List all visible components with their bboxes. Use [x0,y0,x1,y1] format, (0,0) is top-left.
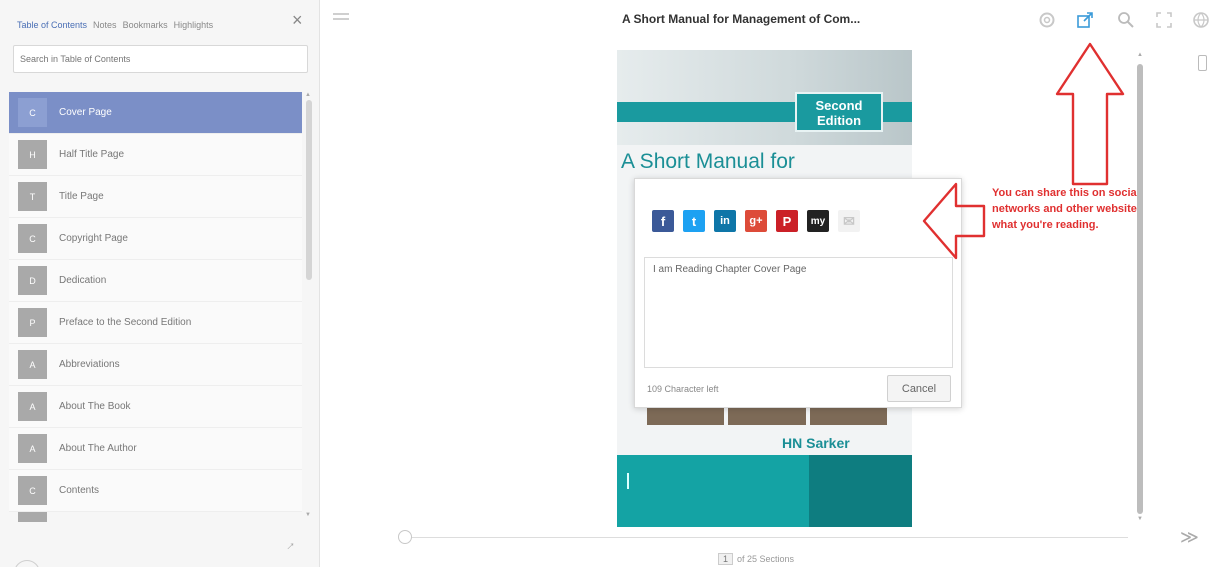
toc-item-label: Abbreviations [59,359,120,370]
toc-item-label: Half Title Page [59,149,125,160]
email-icon[interactable]: ✉ [838,210,860,232]
share-networks: f t in g+ P my ✉ [652,210,860,232]
facebook-icon[interactable]: f [652,210,674,232]
progress-slider-track[interactable] [400,537,1128,538]
toc-badge: D [18,266,47,295]
toc-list: C Cover Page H Half Title Page T Title P… [9,92,302,522]
pinterest-icon[interactable]: P [776,210,798,232]
toc-search-box [13,45,308,73]
toc-item-preface[interactable]: P Preface to the Second Edition [9,302,302,344]
toc-item-label: Dedication [59,275,107,286]
toc-item-abbreviations[interactable]: A Abbreviations [9,344,302,386]
close-icon[interactable]: × [292,10,303,31]
toc-item-about-the-author[interactable]: A About The Author [9,428,302,470]
toc-badge: C [18,224,47,253]
settings-icon[interactable] [1034,7,1060,33]
cover-edition-badge: Second Edition [795,92,883,132]
share-popup: f t in g+ P my ✉ I am Reading Chapter Co… [634,178,962,408]
annotation-text: You can share this on social networks an… [992,187,1143,231]
character-count: 109 Character left [647,384,719,394]
toc-search-input[interactable] [14,46,307,72]
sidebar-tabs: Table of Contents Notes Bookmarks Highli… [17,20,213,30]
next-page-icon[interactable]: ≫ [1180,527,1199,548]
share-message-input[interactable]: I am Reading Chapter Cover Page [644,257,953,368]
reader-scrollbar[interactable]: ▲ ▼ [1134,52,1146,526]
toc-badge: P [18,308,47,337]
toc-badge: A [18,434,47,463]
toc-item-label: Copyright Page [59,233,128,244]
scroll-up-icon[interactable]: ▲ [1137,52,1143,58]
cover-author: HN Sarker [782,435,850,451]
section-pager: 1 of 25 Sections [718,553,794,565]
toc-badge: A [18,350,47,379]
google-plus-icon[interactable]: g+ [745,210,767,232]
annotation-left-arrow-icon [922,182,986,260]
device-icon[interactable] [1198,55,1207,71]
progress-slider-knob[interactable] [398,530,412,544]
toc-item-label: Cover Page [59,107,112,118]
globe-icon[interactable] [1188,7,1214,33]
toc-item-cover-page[interactable]: C Cover Page [9,92,302,134]
search-icon[interactable] [1113,7,1139,33]
tab-notes[interactable]: Notes [93,20,117,30]
cancel-button[interactable]: Cancel [887,375,951,402]
toc-item-half-title-page[interactable]: H Half Title Page [9,134,302,176]
toc-badge: C [18,98,47,127]
myspace-icon[interactable]: my [807,210,829,232]
toc-item-label: Contents [59,485,100,496]
cover-title: A Short Manual for [621,150,795,173]
toc-badge: C [18,476,47,505]
toc-item-title-page[interactable]: T Title Page [9,176,302,218]
toc-item-label: Title Page [59,191,104,202]
toc-badge: H [18,140,47,169]
toc-item-label: About The Author [59,443,137,454]
toc-scrollbar[interactable]: ▲ ▼ [304,92,314,522]
scroll-up-icon[interactable]: ▲ [305,92,311,98]
linkedin-icon[interactable]: in [714,210,736,232]
fullscreen-icon[interactable] [1151,7,1177,33]
toc-sidebar: Table of Contents Notes Bookmarks Highli… [0,0,320,567]
menu-icon[interactable] [333,13,349,25]
cover-footer [617,455,912,527]
toc-scroll-thumb[interactable] [306,100,312,280]
annotation-up-arrow-icon [1055,42,1125,186]
reader-app: Table of Contents Notes Bookmarks Highli… [0,0,1217,567]
tab-bookmarks[interactable]: Bookmarks [123,20,168,30]
twitter-icon[interactable]: t [683,210,705,232]
scroll-down-icon[interactable]: ▼ [1137,516,1143,522]
tab-highlights[interactable]: Highlights [174,20,214,30]
toc-item-label: About The Book [59,401,131,412]
toc-item-copyright-page[interactable]: C Copyright Page [9,218,302,260]
page-number-input[interactable]: 1 [718,553,734,565]
toc-item-dedication[interactable]: D Dedication [9,260,302,302]
reader-scroll-thumb[interactable] [1137,64,1143,514]
scroll-down-icon[interactable]: ▼ [305,512,311,518]
toc-item-partial [18,512,47,522]
toc-badge: A [18,392,47,421]
share-icon[interactable] [1072,7,1098,33]
toc-item-about-the-book[interactable]: A About The Book [9,386,302,428]
publisher-logo [627,473,682,489]
tab-table-of-contents[interactable]: Table of Contents [17,20,87,30]
sidebar-footer-button[interactable] [14,560,40,567]
book-title: A Short Manual for Management of Com... [622,12,861,26]
toc-badge: T [18,182,47,211]
page-total: of 25 Sections [737,554,795,564]
pin-icon[interactable]: ↑ [284,538,299,553]
toc-item-label: Preface to the Second Edition [59,317,192,328]
toc-item-contents[interactable]: C Contents [9,470,302,512]
